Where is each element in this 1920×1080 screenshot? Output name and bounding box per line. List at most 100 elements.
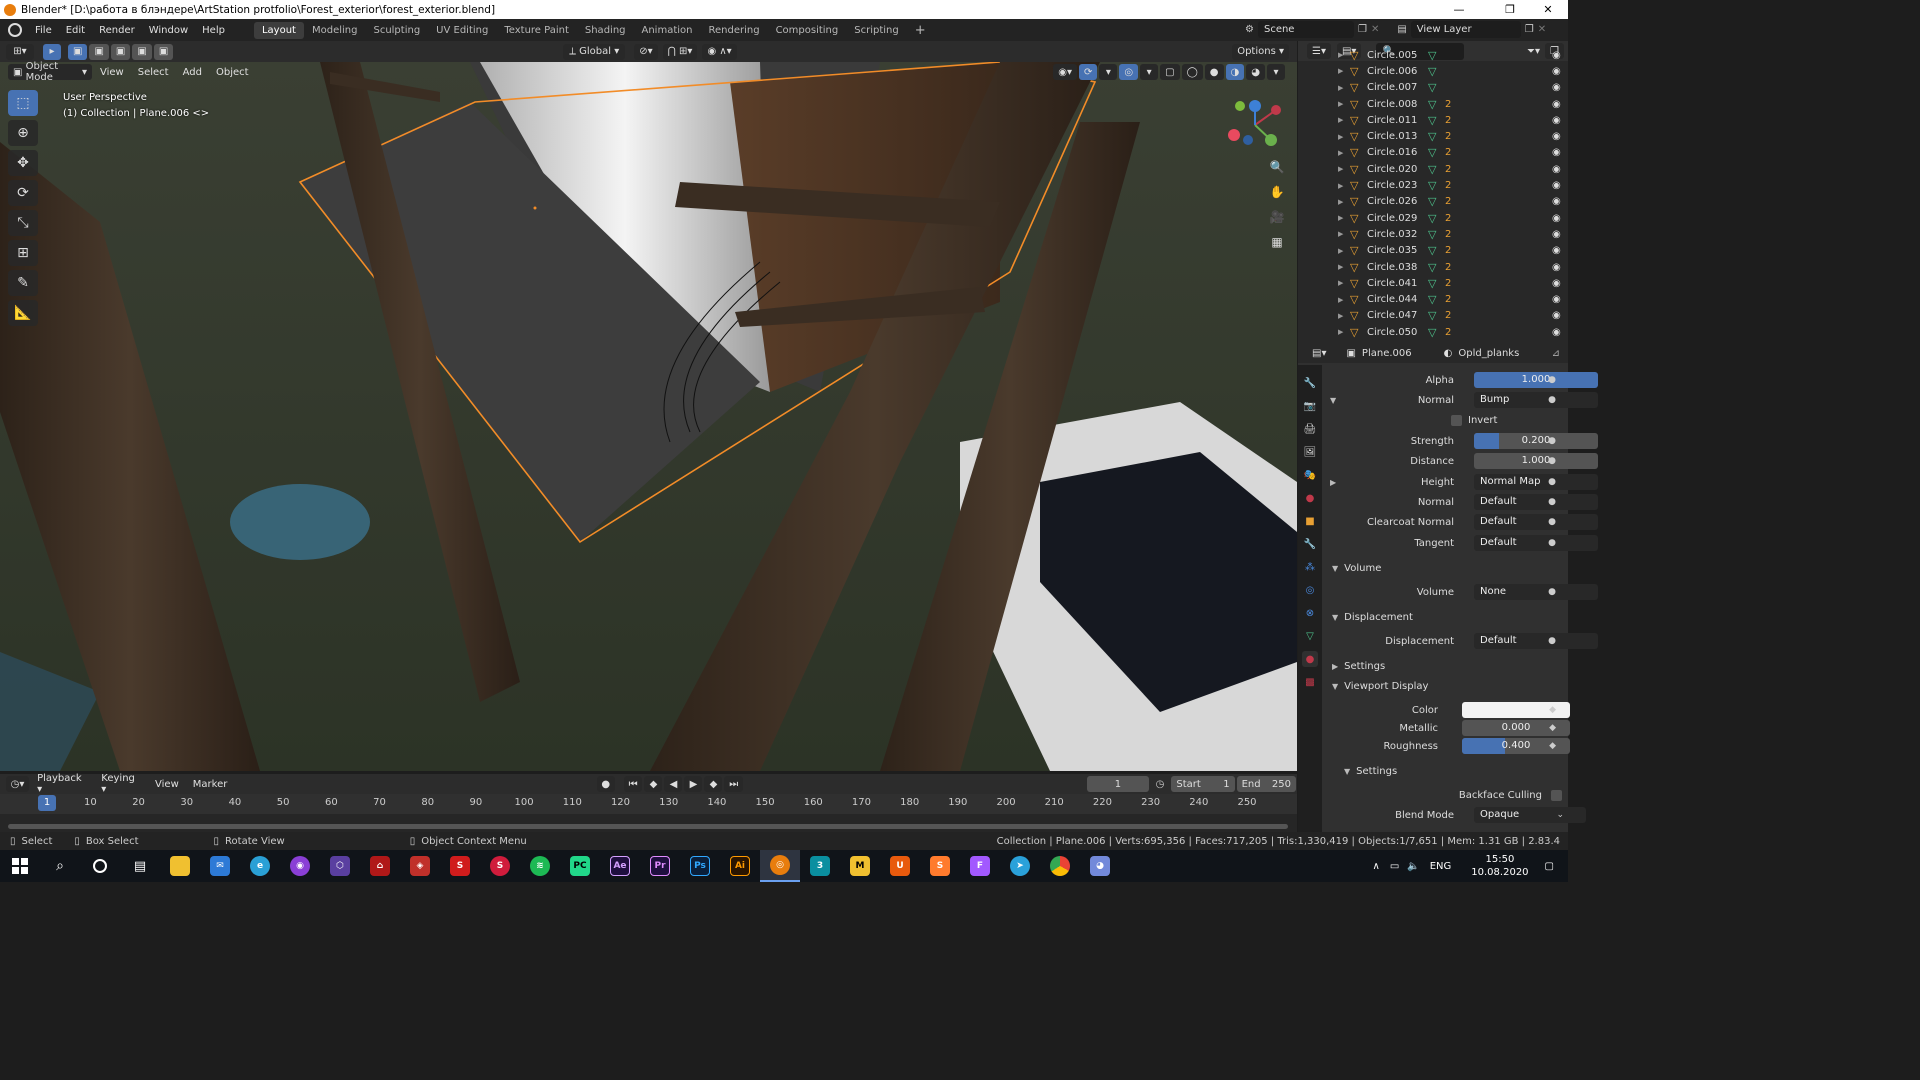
blend-mode-dropdown[interactable]: Opaque bbox=[1474, 807, 1586, 823]
mesh-data-icon[interactable]: ▽ bbox=[1428, 146, 1436, 159]
tab-rendering[interactable]: Rendering bbox=[700, 22, 767, 39]
blender-menu-icon[interactable] bbox=[8, 23, 22, 37]
normal-dropdown[interactable]: Bump bbox=[1474, 392, 1598, 408]
roughness-keyframe-icon[interactable]: ◆ bbox=[1549, 741, 1556, 751]
minimize-button[interactable]: — bbox=[1437, 0, 1481, 19]
editor-type-icon[interactable]: ⊞▾ bbox=[6, 43, 34, 60]
expand-arrow-icon[interactable]: ▶ bbox=[1338, 328, 1343, 336]
viewport-menu-object[interactable]: Object bbox=[209, 67, 256, 78]
telegram-icon[interactable]: ➤ bbox=[1000, 850, 1040, 882]
tab-compositing[interactable]: Compositing bbox=[768, 22, 847, 39]
network-icon[interactable]: ▭ bbox=[1390, 861, 1399, 872]
mode-difference-icon[interactable]: ▣ bbox=[132, 43, 152, 60]
snap-icon[interactable]: ⋂ ⊞▾ bbox=[662, 43, 698, 60]
timeline-scrollbar[interactable] bbox=[8, 824, 1288, 829]
after-effects-icon[interactable]: Ae bbox=[600, 850, 640, 882]
annotate-tool-icon[interactable]: ✎ bbox=[8, 270, 38, 296]
viewport-menu-select[interactable]: Select bbox=[131, 67, 176, 78]
outliner-row[interactable]: ▶ ▽ Circle.023 ▽ 2 ◉ bbox=[1298, 177, 1568, 193]
move-tool-icon[interactable]: ✥ bbox=[8, 150, 38, 176]
expand-arrow-icon[interactable]: ▶ bbox=[1338, 116, 1343, 124]
outliner-row[interactable]: ▶ ▽ Circle.032 ▽ 2 ◉ bbox=[1298, 226, 1568, 242]
measure-tool-icon[interactable]: 📐 bbox=[8, 300, 38, 326]
mesh-data-icon[interactable]: ▽ bbox=[1428, 130, 1436, 143]
close-button[interactable]: ✕ bbox=[1526, 0, 1570, 19]
chrome-icon[interactable] bbox=[1040, 850, 1080, 882]
mesh-data-icon[interactable]: ▽ bbox=[1428, 277, 1436, 290]
outliner-row[interactable]: ▶ ▽ Circle.035 ▽ 2 ◉ bbox=[1298, 243, 1568, 259]
outliner-row[interactable]: ▶ ▽ Circle.007 ▽ ◉ bbox=[1298, 80, 1568, 96]
expand-arrow-icon[interactable]: ▶ bbox=[1338, 279, 1343, 287]
windows-start-icon[interactable] bbox=[0, 850, 40, 882]
tangent-link-icon[interactable]: ● bbox=[1548, 538, 1556, 548]
expand-arrow-icon[interactable]: ▶ bbox=[1338, 67, 1343, 75]
acrobat-icon[interactable]: ⌂ bbox=[360, 850, 400, 882]
menu-edit[interactable]: Edit bbox=[59, 25, 92, 36]
mesh-data-icon[interactable]: ▽ bbox=[1428, 212, 1436, 225]
timeline-menu-keying[interactable]: Keying ▾ bbox=[94, 773, 148, 795]
axis-gizmo[interactable] bbox=[1228, 100, 1284, 150]
outliner-row[interactable]: ▶ ▽ Circle.013 ▽ 2 ◉ bbox=[1298, 128, 1568, 144]
visibility-eye-icon[interactable]: ◉ bbox=[1552, 245, 1561, 256]
tab-layout[interactable]: Layout bbox=[253, 21, 304, 39]
outliner-row[interactable]: ▶ ▽ Circle.050 ▽ 2 ◉ bbox=[1298, 324, 1568, 340]
shading-dropdown-icon[interactable]: ▾ bbox=[1267, 64, 1285, 80]
proportional-edit-icon[interactable]: ◉ ∧▾ bbox=[702, 43, 737, 60]
visibility-eye-icon[interactable]: ◉ bbox=[1552, 294, 1561, 305]
overlay-toggle-icon[interactable]: ◎ bbox=[1119, 64, 1139, 80]
menu-render[interactable]: Render bbox=[92, 25, 142, 36]
file-explorer-icon[interactable] bbox=[160, 850, 200, 882]
solid-shading-icon[interactable]: ● bbox=[1204, 64, 1224, 80]
gizmo-dropdown-icon[interactable]: ▾ bbox=[1099, 64, 1118, 80]
height-dropdown[interactable]: Normal Map bbox=[1474, 474, 1598, 490]
expand-arrow-icon[interactable]: ▶ bbox=[1338, 165, 1343, 173]
mesh-data-icon[interactable]: ▽ bbox=[1428, 326, 1436, 339]
new-view-layer-icon[interactable]: ❐ bbox=[1525, 24, 1534, 35]
view-layer-tab-icon[interactable]: 🖼 bbox=[1302, 444, 1318, 460]
timeline-menu-view[interactable]: View bbox=[148, 779, 186, 790]
metallic-keyframe-icon[interactable]: ◆ bbox=[1549, 723, 1556, 733]
timeline-scale[interactable]: 1 10 20 30 40 50 60 70 80 90 100 110 120 130 140 150 16… bbox=[0, 794, 1297, 814]
timeline-editor-icon[interactable]: ◷▾ bbox=[6, 776, 30, 792]
transform-tool-icon[interactable]: ⊞ bbox=[8, 240, 38, 266]
select-box-tool-icon[interactable]: ⬚ bbox=[8, 90, 38, 116]
outliner-row[interactable]: ▶ ▽ Circle.041 ▽ 2 ◉ bbox=[1298, 275, 1568, 291]
tab-sculpting[interactable]: Sculpting bbox=[365, 22, 428, 39]
outliner-row[interactable]: ▶ ▽ Circle.005 ▽ ◉ bbox=[1298, 47, 1568, 63]
current-frame-field[interactable]: 1 bbox=[1087, 776, 1149, 792]
outliner-row[interactable]: ▶ ▽ Circle.008 ▽ 2 ◉ bbox=[1298, 96, 1568, 112]
mesh-data-icon[interactable]: ▽ bbox=[1428, 261, 1436, 274]
mesh-data-icon[interactable]: ▽ bbox=[1428, 81, 1436, 94]
mesh-data-icon[interactable]: ▽ bbox=[1428, 65, 1436, 78]
delete-scene-icon[interactable]: ✕ bbox=[1371, 24, 1379, 35]
expand-arrow-icon[interactable]: ▶ bbox=[1338, 100, 1343, 108]
play-reverse-icon[interactable]: ◀ bbox=[664, 776, 683, 792]
tab-uv-editing[interactable]: UV Editing bbox=[428, 22, 496, 39]
mesh-data-icon[interactable]: ▽ bbox=[1428, 309, 1436, 322]
data-tab-icon[interactable]: ▽ bbox=[1302, 628, 1318, 644]
gizmo-toggle-icon[interactable]: ⟳ bbox=[1079, 64, 1098, 80]
volume-link-icon[interactable]: ● bbox=[1548, 587, 1556, 597]
jump-start-icon[interactable]: ⏮ bbox=[623, 776, 643, 792]
mesh-data-icon[interactable]: ▽ bbox=[1428, 163, 1436, 176]
tab-modeling[interactable]: Modeling bbox=[304, 22, 366, 39]
pin-icon[interactable]: ⊿ bbox=[1552, 348, 1560, 359]
cortana-icon[interactable] bbox=[80, 850, 120, 882]
outliner-row[interactable]: ▶ ▽ Circle.011 ▽ 2 ◉ bbox=[1298, 112, 1568, 128]
alpha-keyframe-icon[interactable]: ● bbox=[1548, 375, 1556, 385]
view-layer-field[interactable]: View Layer bbox=[1410, 21, 1521, 38]
visibility-eye-icon[interactable]: ◉ bbox=[1552, 213, 1561, 224]
visibility-eye-icon[interactable]: ◉ bbox=[1552, 66, 1561, 77]
playhead[interactable]: 1 bbox=[38, 795, 56, 811]
menu-window[interactable]: Window bbox=[142, 25, 195, 36]
outliner-row[interactable]: ▶ ▽ Circle.006 ▽ ◉ bbox=[1298, 63, 1568, 79]
new-scene-icon[interactable]: ❐ bbox=[1358, 24, 1367, 35]
overlay-dropdown-icon[interactable]: ▾ bbox=[1140, 64, 1159, 80]
mesh-data-icon[interactable]: ▽ bbox=[1428, 293, 1436, 306]
mode-new-icon[interactable]: ▣ bbox=[68, 43, 88, 60]
mode-extend-icon[interactable]: ▣ bbox=[89, 43, 109, 60]
jump-end-icon[interactable]: ⏭ bbox=[724, 776, 744, 792]
clock-icon[interactable]: ◷ bbox=[1156, 779, 1165, 790]
tab-shading[interactable]: Shading bbox=[577, 22, 634, 39]
expand-arrow-icon[interactable]: ▶ bbox=[1338, 214, 1343, 222]
